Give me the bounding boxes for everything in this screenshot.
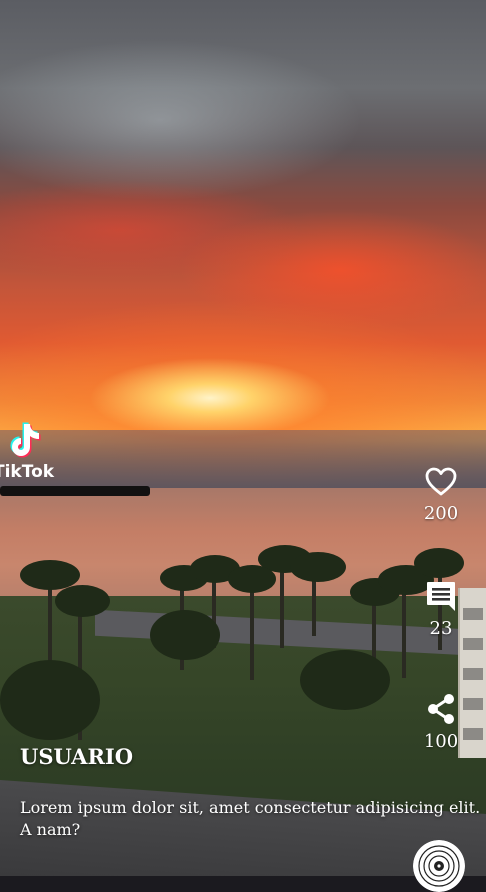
sunset-sky xyxy=(0,0,486,490)
post-description: Lorem ipsum dolor sit, amet consectetur … xyxy=(20,798,481,839)
bush xyxy=(0,660,100,740)
comment-icon xyxy=(427,582,455,611)
palm-tree xyxy=(414,548,464,578)
username[interactable]: USUARIO xyxy=(20,744,133,769)
share-button[interactable]: 100 xyxy=(420,693,462,752)
palm-tree xyxy=(55,585,110,617)
palm-tree xyxy=(290,552,346,582)
palm-trunk xyxy=(250,580,254,680)
tiktok-logo-icon xyxy=(10,422,41,458)
building xyxy=(458,588,486,758)
vinyl-disc-icon[interactable] xyxy=(413,840,465,892)
comment-count: 23 xyxy=(429,618,453,639)
like-count: 200 xyxy=(423,503,459,524)
comment-button[interactable]: 23 xyxy=(420,580,462,639)
heart-icon xyxy=(425,467,457,496)
bush xyxy=(150,610,220,660)
redacted-handle xyxy=(0,486,150,496)
cloud-band xyxy=(0,430,486,490)
palm-tree xyxy=(228,565,276,593)
tiktok-wordmark: TikTok xyxy=(0,462,55,482)
share-icon xyxy=(428,694,454,724)
like-button[interactable]: 200 xyxy=(420,467,462,524)
bush xyxy=(300,650,390,710)
share-count: 100 xyxy=(423,731,459,752)
